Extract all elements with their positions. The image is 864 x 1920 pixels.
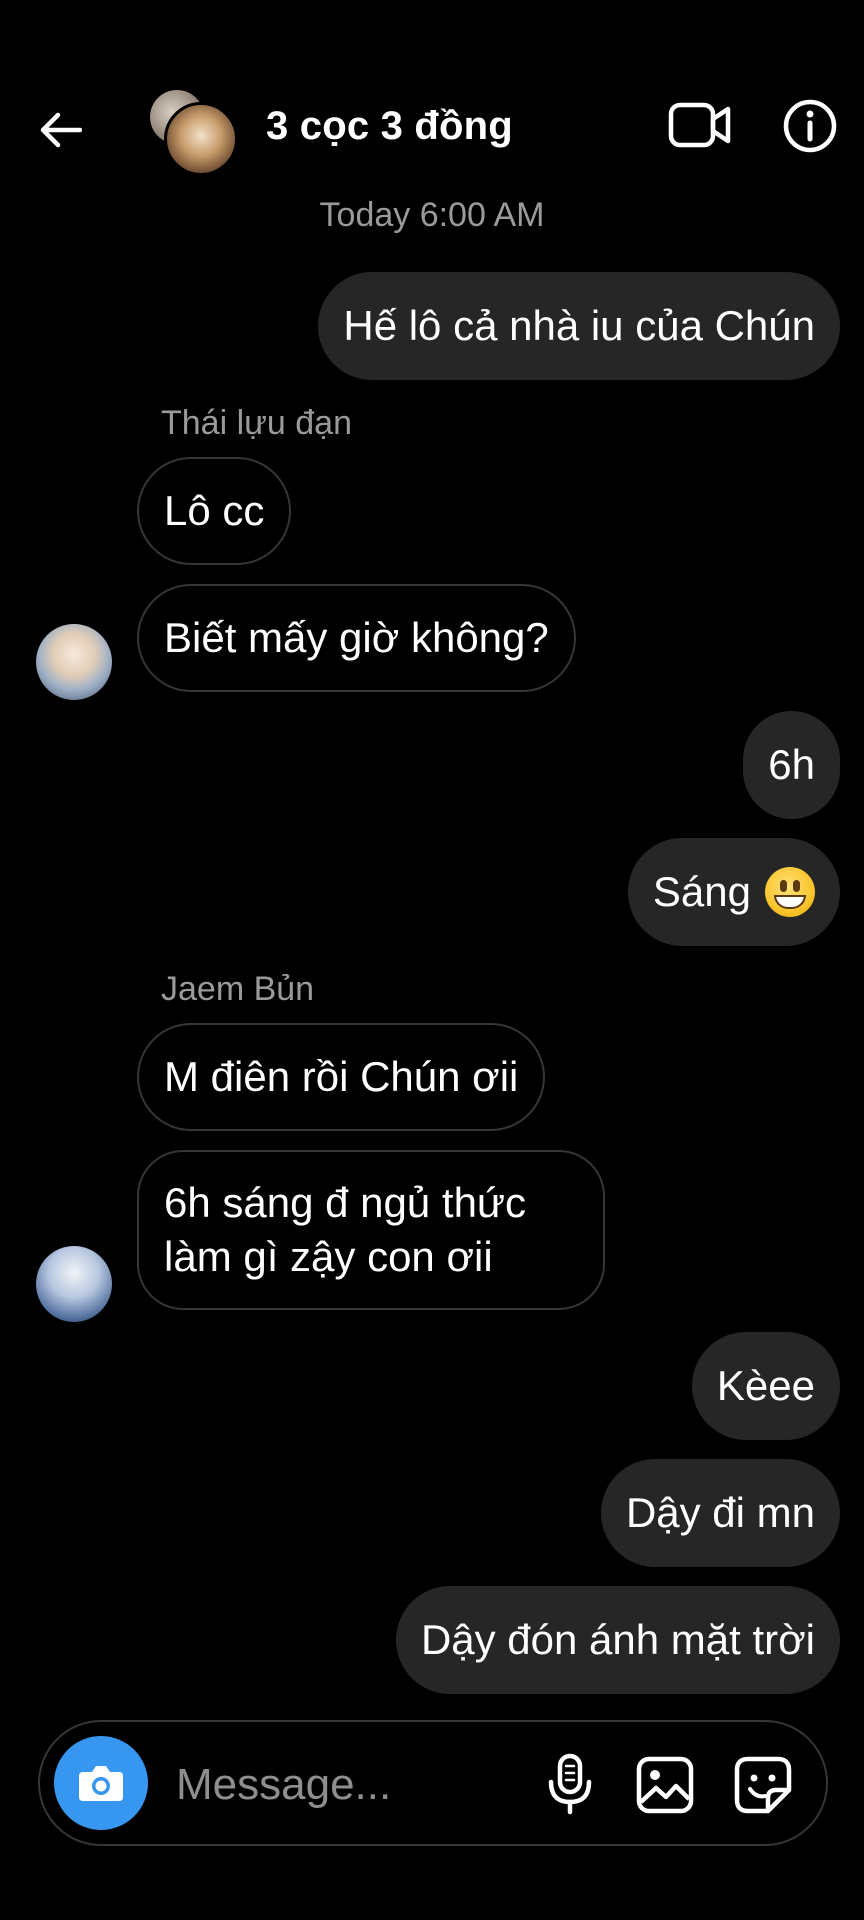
grinning-face-emoji	[765, 867, 815, 917]
message-bubble-outgoing[interactable]: Kèee	[691, 1332, 840, 1440]
message-bubble-incoming[interactable]: Lô cc	[137, 457, 292, 565]
message-text: Dậy đi mn	[625, 1489, 815, 1536]
sticker-button[interactable]	[732, 1754, 794, 1816]
message-bubble-outgoing[interactable]: Sáng	[627, 838, 840, 946]
info-icon	[783, 99, 837, 153]
message-text: Kèee	[716, 1362, 815, 1409]
message-text: Lô cc	[164, 487, 265, 534]
avatar[interactable]	[36, 624, 112, 700]
message-composer	[38, 1720, 828, 1846]
message-text: Biết mấy giờ không?	[164, 614, 549, 661]
message-bubble-incoming[interactable]: Biết mấy giờ không?	[137, 584, 576, 692]
message-bubble-outgoing[interactable]: Dậy đón ánh mặt trời	[395, 1586, 840, 1694]
message-text: M điên rồi Chún ơii	[164, 1053, 519, 1100]
back-button[interactable]	[30, 100, 90, 160]
gallery-button[interactable]	[634, 1754, 696, 1816]
message-text: 6h	[768, 741, 815, 788]
message-bubble-incoming[interactable]: 6h sáng đ ngủ thức làm gì zậy con ơii	[137, 1150, 605, 1310]
camera-icon	[79, 1766, 123, 1801]
message-text: 6h sáng đ ngủ thức làm gì zậy con ơii	[164, 1179, 527, 1280]
voice-message-button[interactable]	[540, 1752, 600, 1816]
camera-button[interactable]	[54, 1736, 148, 1830]
image-icon	[636, 1756, 694, 1814]
video-camera-icon	[668, 102, 731, 148]
chat-title[interactable]: 3 cọc 3 đồng	[266, 104, 513, 149]
message-bubble-outgoing[interactable]: 6h	[743, 711, 840, 819]
avatar[interactable]	[36, 1246, 112, 1322]
sender-name: Jaem Bủn	[161, 970, 315, 1008]
message-bubble-outgoing[interactable]: Hế lô cả nhà iu của Chún	[318, 272, 840, 380]
message-bubble-outgoing[interactable]: Dậy đi mn	[600, 1459, 840, 1567]
message-input[interactable]	[174, 1752, 558, 1818]
message-text: Sáng	[652, 868, 751, 915]
group-avatar[interactable]	[150, 88, 238, 176]
sticker-icon	[734, 1756, 792, 1814]
message-timestamp: Today 6:00 AM	[319, 196, 545, 234]
member-avatar-front	[164, 102, 238, 176]
chat-header: 3 cọc 3 đồng	[0, 0, 864, 200]
info-button[interactable]	[782, 98, 838, 154]
message-text: Hế lô cả nhà iu của Chún	[343, 302, 815, 349]
sender-name: Thái lựu đạn	[161, 404, 352, 442]
message-bubble-incoming[interactable]: M điên rồi Chún ơii	[137, 1023, 546, 1131]
microphone-icon	[548, 1753, 592, 1815]
video-call-button[interactable]	[668, 100, 732, 152]
message-text: Dậy đón ánh mặt trời	[420, 1616, 815, 1663]
arrow-left-icon	[40, 112, 82, 148]
